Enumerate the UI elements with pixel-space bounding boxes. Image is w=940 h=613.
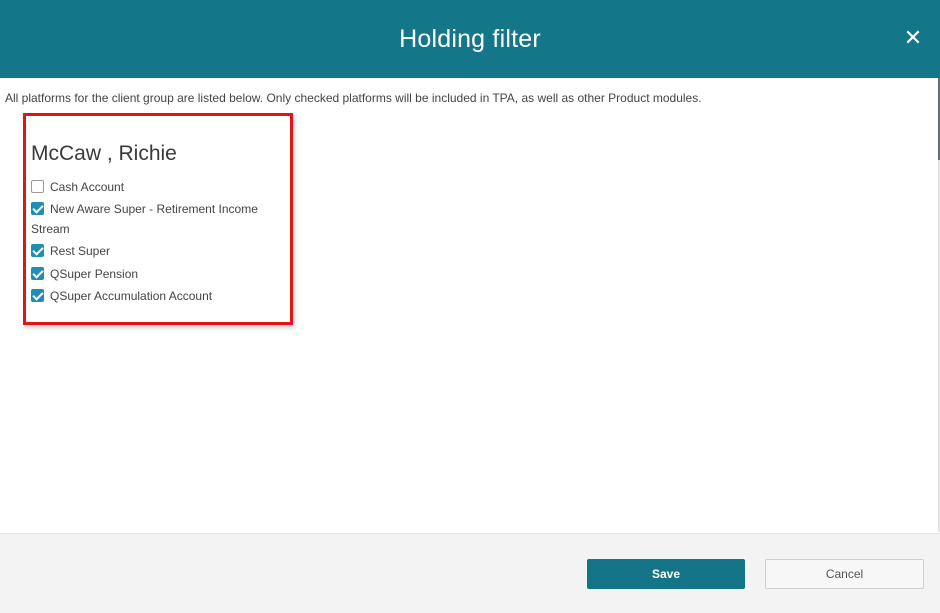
intro-text: All platforms for the client group are l… [5, 91, 702, 105]
platform-option-new-aware-super[interactable]: New Aware Super - Retirement Income Stre… [31, 199, 281, 239]
checkbox[interactable] [31, 243, 44, 257]
platform-label: QSuper Pension [50, 267, 139, 281]
checkbox[interactable] [31, 288, 44, 302]
client-group-name: McCaw , Richie [31, 142, 177, 165]
platform-label: Rest Super [50, 244, 111, 258]
platform-label: QSuper Accumulation Account [50, 289, 213, 303]
checkbox[interactable] [31, 266, 44, 280]
platform-option-rest-super[interactable]: Rest Super [31, 241, 110, 261]
platform-option-qsuper-accumulation[interactable]: QSuper Accumulation Account [31, 286, 212, 306]
platform-option-cash-account[interactable]: Cash Account [31, 177, 124, 197]
dialog-footer: Save Cancel [0, 533, 940, 613]
checkbox[interactable] [31, 201, 44, 215]
client-group-box: McCaw , Richie Cash Account New Aware Su… [23, 113, 293, 325]
platform-label: Cash Account [50, 180, 125, 194]
dialog-header: Holding filter ✕ [0, 0, 940, 78]
platform-option-qsuper-pension[interactable]: QSuper Pension [31, 264, 138, 284]
cancel-button[interactable]: Cancel [765, 559, 924, 589]
holding-filter-dialog: Holding filter ✕ All platforms for the c… [0, 0, 940, 613]
save-button[interactable]: Save [587, 559, 745, 589]
close-icon[interactable]: ✕ [903, 27, 923, 49]
checkbox[interactable] [31, 179, 44, 193]
platform-label: New Aware Super - Retirement Income Stre… [31, 202, 258, 236]
dialog-title: Holding filter [399, 25, 541, 53]
